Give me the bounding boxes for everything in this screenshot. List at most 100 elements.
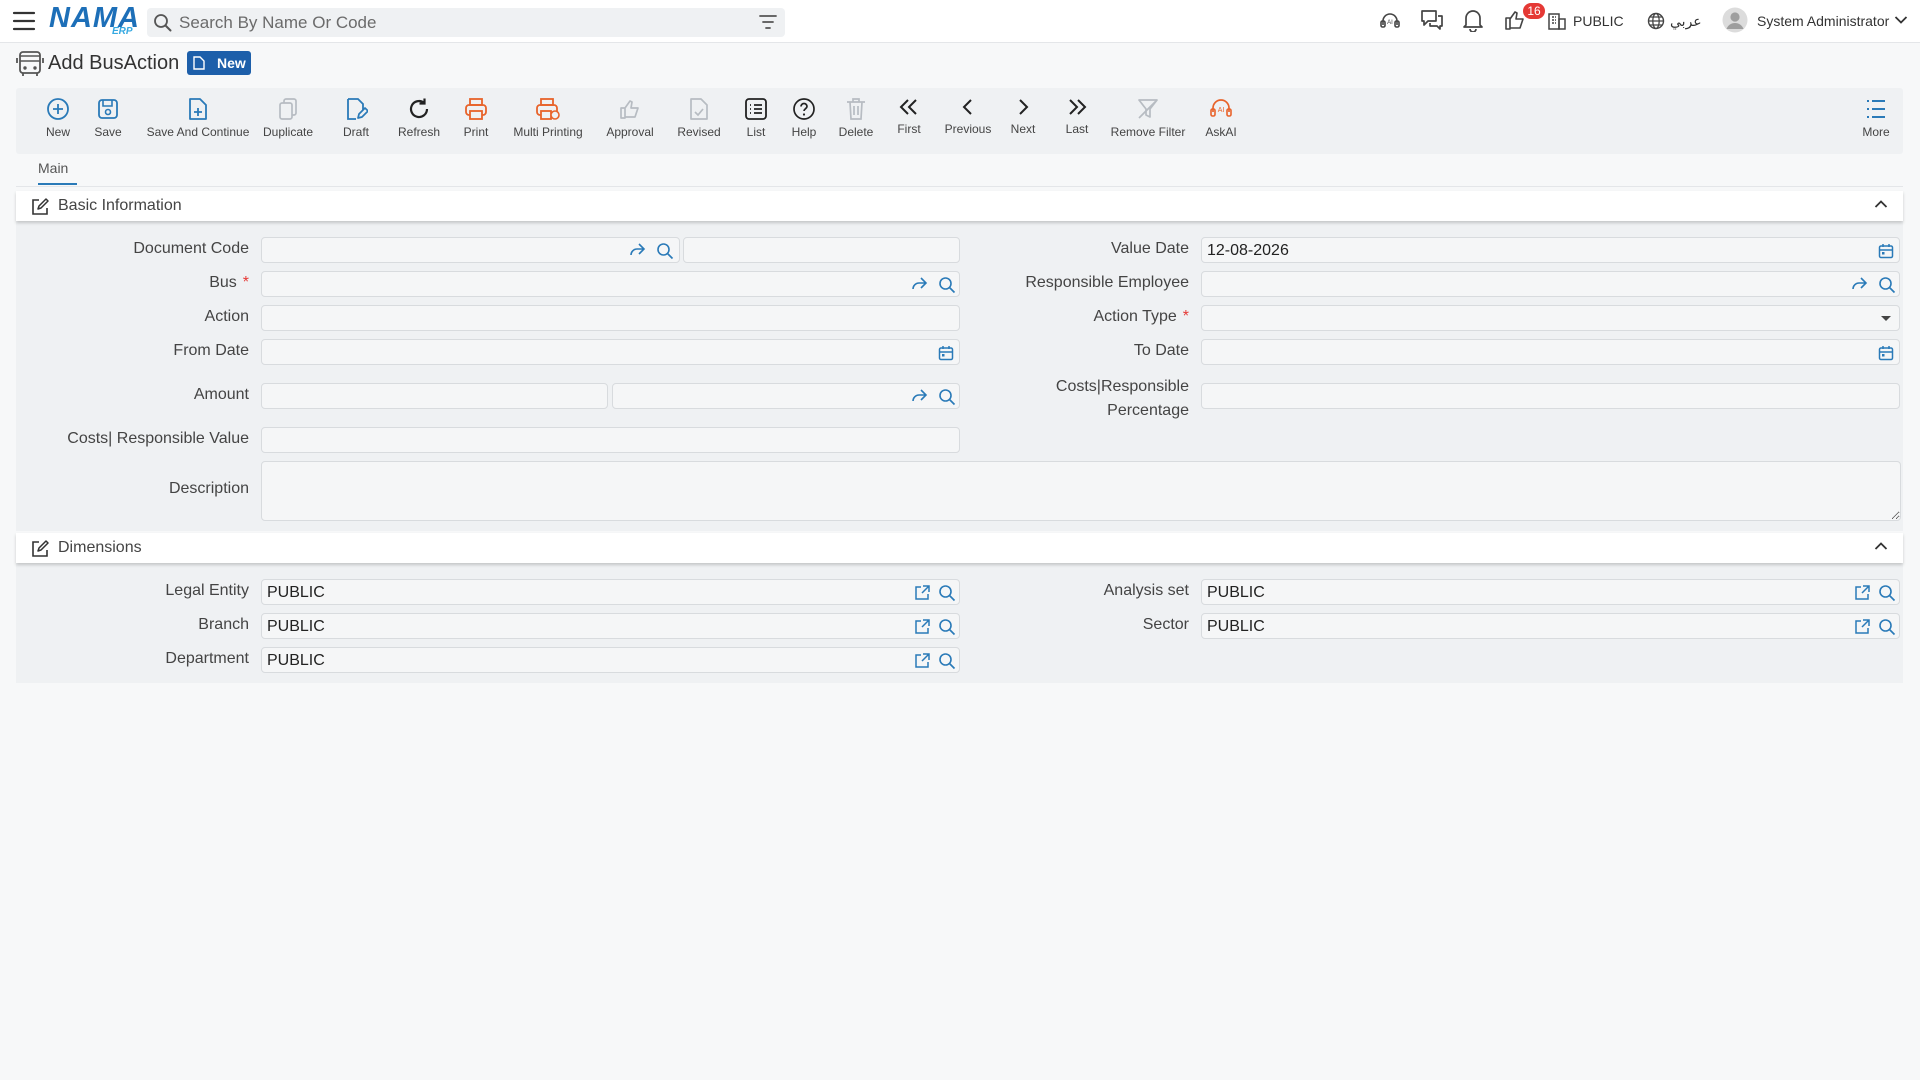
from-date-label: From Date <box>173 342 249 359</box>
dimensions-header[interactable]: Dimensions <box>16 533 1903 563</box>
add-circle-icon <box>47 98 69 120</box>
chevron-up-icon[interactable] <box>1874 541 1888 551</box>
document-code-label: Document Code <box>133 240 249 257</box>
bus-label-text: Bus <box>209 274 237 291</box>
costs-responsible-percentage-input[interactable] <box>1201 383 1900 409</box>
help-button[interactable]: Help <box>776 88 832 154</box>
analysis-set-input[interactable]: PUBLIC <box>1201 579 1900 605</box>
costs-responsible-value-input[interactable] <box>261 427 960 453</box>
basic-information-header[interactable]: Basic Information <box>16 191 1903 221</box>
thumbs-up-icon <box>620 100 639 119</box>
share-arrow-icon[interactable] <box>1850 276 1868 292</box>
save-label: Save <box>94 125 122 139</box>
ai-assistant-icon[interactable]: AI <box>1378 8 1402 32</box>
delete-button[interactable]: Delete <box>826 88 886 154</box>
save-and-continue-button[interactable]: Save And Continue <box>138 88 258 154</box>
previous-record-button[interactable]: Previous <box>933 88 1003 154</box>
lookup-search-icon[interactable] <box>1878 618 1896 636</box>
legal-entity-input[interactable]: PUBLIC <box>261 579 960 605</box>
share-arrow-icon[interactable] <box>628 242 646 258</box>
open-external-icon[interactable] <box>914 653 930 669</box>
bus-label: Bus * <box>209 274 249 292</box>
chat-icon[interactable] <box>1419 8 1445 32</box>
lookup-search-icon[interactable] <box>938 388 956 406</box>
duplicate-button[interactable]: Duplicate <box>253 88 323 154</box>
share-arrow-icon[interactable] <box>910 388 928 404</box>
responsible-employee-input[interactable] <box>1201 271 1900 297</box>
list-button[interactable]: List <box>730 88 782 154</box>
draft-button[interactable]: Draft <box>326 88 386 154</box>
revised-button[interactable]: Revised <box>666 88 732 154</box>
print-button[interactable]: Print <box>446 88 506 154</box>
language-switch[interactable]: عربي <box>1670 13 1702 30</box>
calendar-icon[interactable] <box>1878 345 1894 361</box>
refresh-button[interactable]: Refresh <box>386 88 452 154</box>
remove-filter-button[interactable]: Remove Filter <box>1098 88 1198 154</box>
document-check-icon <box>690 98 708 120</box>
lookup-search-icon[interactable] <box>938 652 956 670</box>
app-logo[interactable]: NAMA ERP <box>49 3 139 37</box>
askai-button[interactable]: AI AskAI <box>1191 88 1251 154</box>
analysis-set-value: PUBLIC <box>1207 584 1265 601</box>
last-record-button[interactable]: Last <box>1052 88 1102 154</box>
from-date-input[interactable] <box>261 339 960 365</box>
action-type-select[interactable] <box>1201 305 1900 331</box>
calendar-icon[interactable] <box>1878 243 1894 259</box>
dropdown-caret-icon[interactable] <box>1880 315 1892 323</box>
lookup-search-icon[interactable] <box>1878 584 1896 602</box>
approval-button[interactable]: Approval <box>588 88 672 154</box>
branch-value: PUBLIC <box>267 618 325 635</box>
open-external-icon[interactable] <box>914 619 930 635</box>
chevron-up-icon[interactable] <box>1874 199 1888 209</box>
company-selector[interactable]: PUBLIC <box>1573 13 1624 29</box>
draft-edit-icon <box>347 98 368 120</box>
refresh-icon <box>409 98 429 119</box>
bus-input[interactable] <box>261 271 960 297</box>
status-badge-label: New <box>217 55 246 71</box>
calendar-icon[interactable] <box>938 345 954 361</box>
menu-icon[interactable] <box>12 10 36 32</box>
status-badge: New <box>187 51 251 75</box>
lookup-search-icon[interactable] <box>938 618 956 636</box>
user-avatar-icon[interactable] <box>1722 7 1748 33</box>
more-button[interactable]: More <box>1851 88 1901 154</box>
chevron-down-icon[interactable] <box>1894 15 1908 25</box>
costs-responsible-value-label: Costs| Responsible Value <box>67 430 249 447</box>
sector-input[interactable]: PUBLIC <box>1201 613 1900 639</box>
to-date-label: To Date <box>1133 342 1189 359</box>
next-record-button[interactable]: Next <box>998 88 1048 154</box>
first-record-button[interactable]: First <box>884 88 934 154</box>
lookup-search-icon[interactable] <box>1878 276 1896 294</box>
amount-currency-input[interactable] <box>612 383 960 409</box>
save-button[interactable]: Save <box>78 88 138 154</box>
branch-input[interactable]: PUBLIC <box>261 613 960 639</box>
filter-icon[interactable] <box>759 14 777 30</box>
description-textarea[interactable] <box>261 461 1901 521</box>
lookup-search-icon[interactable] <box>938 584 956 602</box>
notifications-bell-icon[interactable] <box>1462 8 1484 32</box>
document-code-name-input[interactable] <box>683 237 960 263</box>
action-input[interactable] <box>261 305 960 331</box>
to-date-input[interactable] <box>1201 339 1900 365</box>
search-input[interactable] <box>179 8 739 37</box>
tab-main[interactable]: Main <box>38 160 68 176</box>
first-label: First <box>897 122 921 136</box>
lookup-search-icon[interactable] <box>938 276 956 294</box>
multi-printing-button[interactable]: Multi Printing <box>498 88 598 154</box>
open-external-icon[interactable] <box>1854 619 1870 635</box>
open-external-icon[interactable] <box>914 585 930 601</box>
copy-icon <box>279 98 297 120</box>
description-label: Description <box>168 480 249 497</box>
trash-icon <box>847 98 865 120</box>
branch-label: Branch <box>198 616 249 633</box>
value-date-input[interactable]: 12-08-2026 <box>1201 237 1900 263</box>
document-code-input[interactable] <box>261 237 680 263</box>
department-input[interactable]: PUBLIC <box>261 647 960 673</box>
open-external-icon[interactable] <box>1854 585 1870 601</box>
user-menu[interactable]: System Administrator <box>1757 13 1889 29</box>
amount-input[interactable] <box>261 383 608 409</box>
share-arrow-icon[interactable] <box>910 276 928 292</box>
lookup-search-icon[interactable] <box>656 242 674 260</box>
language-globe-icon[interactable] <box>1647 12 1665 30</box>
list-label: List <box>746 125 766 139</box>
